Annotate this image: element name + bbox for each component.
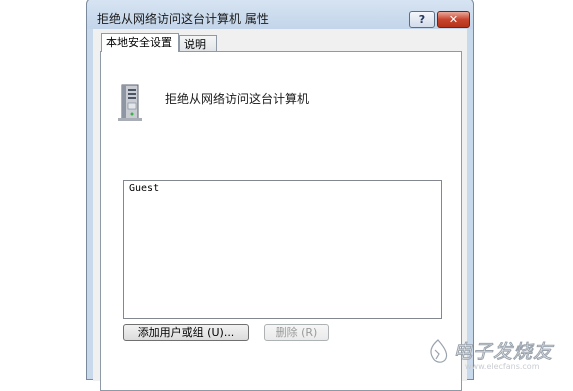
watermark: 电子发烧友 www.elecfans.com [425, 336, 565, 372]
close-button[interactable]: ✕ [437, 11, 470, 28]
server-icon [116, 84, 144, 122]
tab-panel: 拒绝从网络访问这台计算机 Guest 添加用户或组 (U)... 删除 (R) [100, 51, 462, 391]
policy-name: 拒绝从网络访问这台计算机 [165, 90, 309, 107]
add-user-or-group-button[interactable]: 添加用户或组 (U)... [123, 324, 249, 341]
watermark-url: www.elecfans.com [465, 362, 540, 371]
remove-button[interactable]: 删除 (R) [264, 324, 329, 341]
tab-local-security-setting[interactable]: 本地安全设置 [101, 33, 179, 52]
properties-dialog: 拒绝从网络访问这台计算机 属性 ? ✕ 本地安全设置 说明 拒绝从网络访问这台计… [86, 0, 474, 380]
title-bar[interactable]: 拒绝从网络访问这台计算机 属性 ? ✕ [87, 0, 473, 29]
window-title: 拒绝从网络访问这台计算机 属性 [97, 10, 269, 27]
elecfans-logo-icon [425, 338, 451, 366]
watermark-text: 电子发烧友 [453, 337, 553, 364]
list-item[interactable]: Guest [129, 183, 159, 194]
help-button[interactable]: ? [409, 11, 435, 28]
tab-explain[interactable]: 说明 [179, 35, 217, 52]
members-list[interactable]: Guest [123, 180, 442, 319]
dialog-body: 本地安全设置 说明 拒绝从网络访问这台计算机 Guest 添加用户或组 (U).… [93, 29, 467, 381]
